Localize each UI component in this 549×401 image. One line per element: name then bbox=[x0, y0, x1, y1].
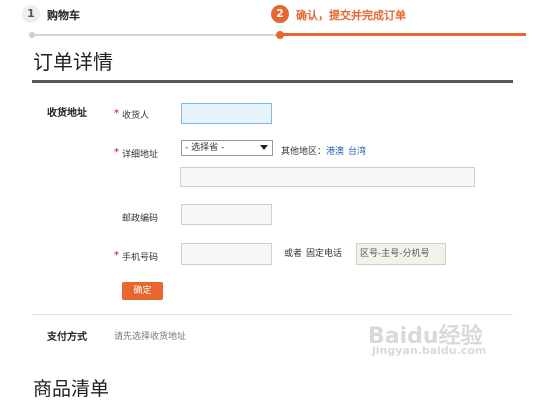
step-2-label: 确认，提交并完成订单 bbox=[296, 9, 406, 22]
province-select-value: - 选择省 - bbox=[185, 143, 225, 153]
landline-placeholder: 区号-主号-分机号 bbox=[360, 249, 430, 259]
required-marker: * bbox=[114, 108, 119, 119]
watermark-url: jingyan.baidu.com bbox=[372, 344, 487, 357]
payment-hint: 请先选择收货地址 bbox=[114, 332, 187, 342]
or-label: 或者 bbox=[284, 249, 303, 259]
postcode-label: 邮政编码 bbox=[122, 214, 159, 224]
recipient-input[interactable] bbox=[181, 103, 272, 124]
detail-address-label: 详细地址 bbox=[122, 150, 159, 160]
step-2-marker bbox=[276, 31, 284, 39]
section-divider bbox=[32, 314, 513, 315]
street-address-input[interactable] bbox=[180, 167, 475, 187]
mobile-label: 手机号码 bbox=[122, 253, 159, 263]
taiwan-link[interactable]: 台湾 bbox=[348, 144, 366, 157]
title-divider bbox=[32, 80, 513, 83]
confirm-button[interactable]: 确定 bbox=[122, 282, 163, 300]
payment-section-title: 支付方式 bbox=[47, 332, 87, 343]
required-marker: * bbox=[114, 250, 119, 261]
step-progress-active bbox=[280, 33, 526, 36]
mobile-input[interactable] bbox=[181, 243, 272, 265]
postcode-input[interactable] bbox=[181, 204, 272, 225]
step-1-label: 购物车 bbox=[47, 9, 80, 22]
province-select[interactable]: - 选择省 - bbox=[181, 140, 273, 156]
address-section-title: 收货地址 bbox=[47, 108, 87, 119]
required-marker: * bbox=[114, 147, 119, 158]
step-1-number: 1 bbox=[22, 5, 40, 23]
landline-label: 固定电话 bbox=[306, 249, 343, 259]
other-regions-label: 其他地区： bbox=[281, 147, 327, 157]
hongkong-macau-link[interactable]: 港澳 bbox=[326, 144, 344, 157]
product-list-title: 商品清单 bbox=[33, 378, 110, 400]
landline-input[interactable]: 区号-主号-分机号 bbox=[356, 243, 446, 265]
chevron-down-icon bbox=[260, 145, 268, 150]
step-1-marker bbox=[29, 32, 35, 38]
page-title: 订单详情 bbox=[33, 50, 113, 74]
recipient-label: 收货人 bbox=[122, 111, 150, 121]
step-2-number: 2 bbox=[271, 5, 289, 23]
